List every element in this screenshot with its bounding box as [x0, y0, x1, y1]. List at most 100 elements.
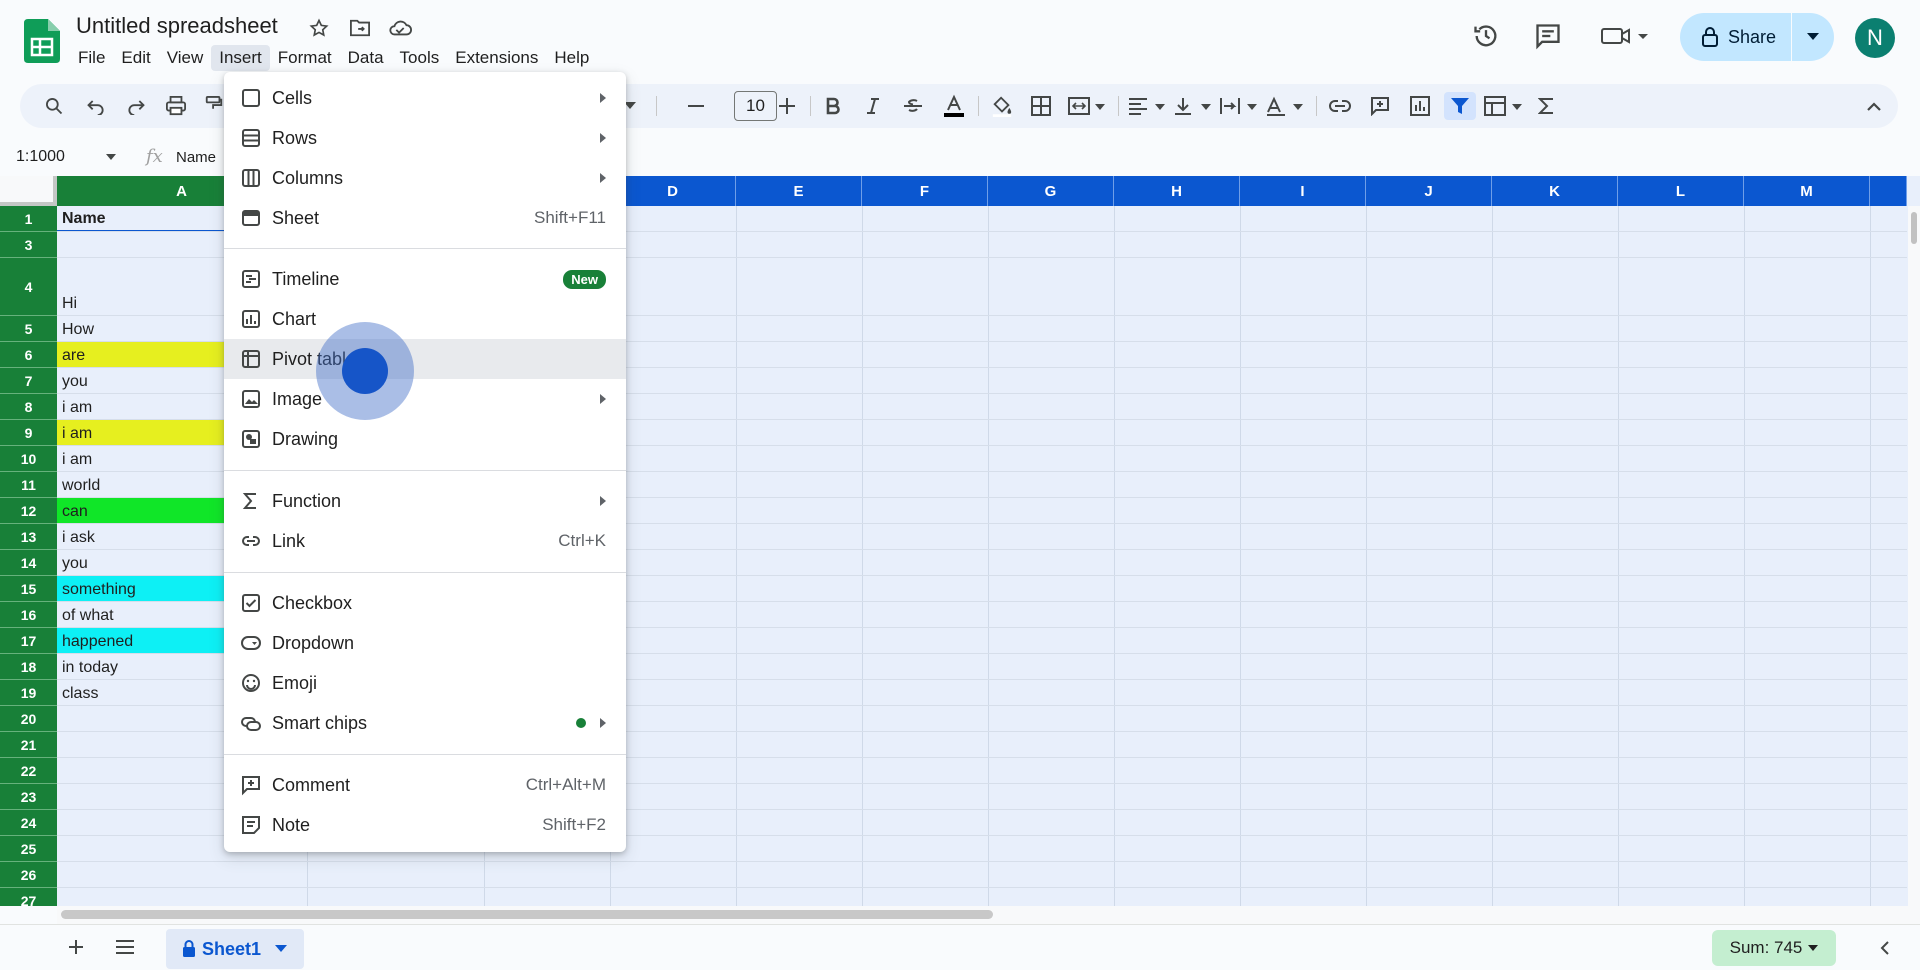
sheets-logo-icon[interactable] — [24, 19, 60, 63]
row-header-20[interactable]: 20 — [0, 706, 57, 732]
row-header-12[interactable]: 12 — [0, 498, 57, 524]
bold-icon[interactable] — [818, 92, 848, 120]
menu-item-pivot-table[interactable]: Pivot table — [224, 339, 626, 379]
column-header-d[interactable]: D — [610, 176, 736, 206]
row-header-25[interactable]: 25 — [0, 836, 57, 862]
menu-item-smart-chips[interactable]: Smart chips — [224, 703, 626, 743]
menu-item-note[interactable]: Note Shift+F2 — [224, 805, 626, 845]
menu-item-sheet[interactable]: Sheet Shift+F11 — [224, 198, 626, 238]
star-icon[interactable] — [306, 15, 332, 41]
menu-item-function[interactable]: Function — [224, 481, 626, 521]
menu-insert[interactable]: Insert — [211, 45, 270, 71]
menu-help[interactable]: Help — [546, 45, 597, 71]
sheet-tab-sheet1[interactable]: Sheet1 — [166, 929, 304, 969]
menu-view[interactable]: View — [159, 45, 212, 71]
insert-comment-icon[interactable] — [1364, 92, 1396, 120]
horizontal-scrollbar[interactable] — [57, 906, 1920, 924]
decrease-font-size-icon[interactable] — [684, 92, 708, 120]
column-header-g[interactable]: G — [988, 176, 1114, 206]
insert-link-icon[interactable] — [1324, 92, 1356, 120]
side-panel-toggle-icon[interactable] — [1880, 941, 1890, 955]
menu-item-dropdown[interactable]: Dropdown — [224, 623, 626, 663]
row-header-27[interactable]: 27 — [0, 888, 57, 906]
avatar[interactable]: N — [1855, 18, 1895, 58]
row-header-10[interactable]: 10 — [0, 446, 57, 472]
document-title[interactable]: Untitled spreadsheet — [76, 13, 278, 39]
redo-icon[interactable] — [122, 92, 150, 120]
move-folder-icon[interactable] — [347, 15, 373, 41]
row-header-14[interactable]: 14 — [0, 550, 57, 576]
menu-data[interactable]: Data — [340, 45, 392, 71]
row-header-9[interactable]: 9 — [0, 420, 57, 446]
filter-icon[interactable] — [1444, 92, 1476, 120]
row-header-16[interactable]: 16 — [0, 602, 57, 628]
row-header-24[interactable]: 24 — [0, 810, 57, 836]
menu-item-drawing[interactable]: Drawing — [224, 419, 626, 459]
menu-format[interactable]: Format — [270, 45, 340, 71]
horizontal-scroll-thumb[interactable] — [61, 910, 993, 919]
row-header-8[interactable]: 8 — [0, 394, 57, 420]
share-dropdown-icon[interactable] — [1792, 33, 1834, 41]
vertical-scrollbar[interactable] — [1908, 206, 1920, 906]
row-header-22[interactable]: 22 — [0, 758, 57, 784]
all-sheets-icon[interactable] — [114, 939, 136, 955]
text-color-icon[interactable] — [938, 92, 970, 120]
column-header-j[interactable]: J — [1366, 176, 1492, 206]
font-size-input[interactable]: 10 — [734, 91, 777, 121]
text-wrapping-icon[interactable] — [1216, 92, 1262, 120]
column-header-e[interactable]: E — [736, 176, 862, 206]
text-rotation-icon[interactable] — [1262, 92, 1308, 120]
horizontal-align-icon[interactable] — [1124, 92, 1170, 120]
row-header-11[interactable]: 11 — [0, 472, 57, 498]
name-box-dropdown-icon[interactable] — [106, 154, 116, 160]
search-menus-icon[interactable] — [40, 92, 68, 120]
row-header-19[interactable]: 19 — [0, 680, 57, 706]
menu-item-rows[interactable]: Rows — [224, 118, 626, 158]
vertical-align-icon[interactable] — [1170, 92, 1216, 120]
row-header-7[interactable]: 7 — [0, 368, 57, 394]
menu-edit[interactable]: Edit — [113, 45, 158, 71]
fill-color-icon[interactable] — [986, 92, 1018, 120]
paint-format-icon[interactable] — [202, 92, 226, 120]
print-icon[interactable] — [162, 92, 190, 120]
cell-a27[interactable] — [57, 888, 307, 906]
undo-icon[interactable] — [82, 92, 110, 120]
menu-item-cells[interactable]: Cells — [224, 78, 626, 118]
meet-icon[interactable] — [1598, 18, 1654, 54]
sheet-tab-dropdown-icon[interactable] — [275, 945, 288, 953]
name-box[interactable]: 1:1000 — [16, 148, 65, 166]
select-all-corner[interactable] — [0, 176, 57, 206]
collapse-menus-icon[interactable] — [1860, 92, 1888, 120]
menu-item-timeline[interactable]: Timeline New — [224, 259, 626, 299]
menu-item-checkbox[interactable]: Checkbox — [224, 583, 626, 623]
increase-font-size-icon[interactable] — [772, 92, 802, 120]
column-header-f[interactable]: F — [862, 176, 988, 206]
cell-a26[interactable] — [57, 862, 307, 888]
filter-views-icon[interactable] — [1482, 92, 1526, 120]
column-header-l[interactable]: L — [1618, 176, 1744, 206]
menu-item-link[interactable]: Link Ctrl+K — [224, 521, 626, 561]
share-main[interactable]: Share — [1680, 13, 1792, 61]
menu-item-columns[interactable]: Columns — [224, 158, 626, 198]
comments-icon[interactable] — [1530, 18, 1566, 54]
strikethrough-icon[interactable] — [898, 92, 928, 120]
menu-item-emoji[interactable]: Emoji — [224, 663, 626, 703]
formula-input[interactable]: Name — [176, 149, 216, 166]
menu-item-chart[interactable]: Chart — [224, 299, 626, 339]
menu-extensions[interactable]: Extensions — [447, 45, 546, 71]
row-header-17[interactable]: 17 — [0, 628, 57, 654]
menu-tools[interactable]: Tools — [392, 45, 448, 71]
row-header-5[interactable]: 5 — [0, 316, 57, 342]
version-history-icon[interactable] — [1468, 18, 1504, 54]
italic-icon[interactable] — [858, 92, 888, 120]
borders-icon[interactable] — [1026, 92, 1056, 120]
vertical-scroll-thumb[interactable] — [1911, 212, 1917, 244]
merge-cells-icon[interactable] — [1064, 92, 1110, 120]
row-header-13[interactable]: 13 — [0, 524, 57, 550]
row-header-15[interactable]: 15 — [0, 576, 57, 602]
sum-indicator[interactable]: Sum: 745 — [1712, 930, 1836, 966]
insert-chart-icon[interactable] — [1404, 92, 1436, 120]
column-header-i[interactable]: I — [1240, 176, 1366, 206]
menu-item-comment[interactable]: Comment Ctrl+Alt+M — [224, 765, 626, 805]
row-header-26[interactable]: 26 — [0, 862, 57, 888]
